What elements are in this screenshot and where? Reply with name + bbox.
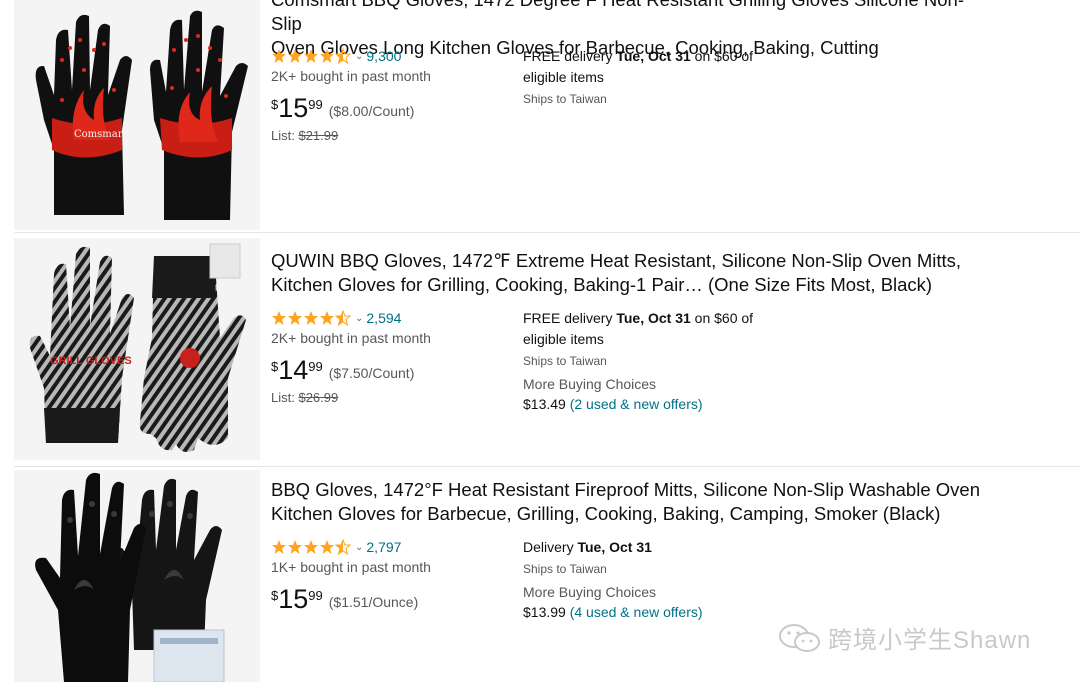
offer-price: $13.99: [523, 604, 566, 620]
delivery-info-3: Delivery Tue, Oct 31: [523, 537, 773, 558]
offer-3[interactable]: $13.99 (4 used & new offers): [523, 604, 703, 620]
list-label: List:: [271, 390, 299, 405]
price-symbol: $: [271, 588, 279, 603]
delivery-info-1: FREE delivery Tue, Oct 31 on $60 of elig…: [523, 46, 773, 88]
bought-count-3: 1K+ bought in past month: [271, 559, 431, 575]
product-image-3[interactable]: [14, 470, 260, 682]
price-symbol: $: [271, 359, 279, 374]
offers-link[interactable]: (2 used & new offers): [570, 396, 703, 412]
bought-count-2: 2K+ bought in past month: [271, 330, 431, 346]
price-whole: 15: [278, 584, 309, 614]
delivery-prefix: FREE delivery: [523, 310, 617, 326]
price-symbol: $: [271, 97, 279, 112]
price-per-unit: ($7.50/Count): [328, 365, 415, 381]
red-black-bbq-gloves-image: Comsmart: [14, 0, 260, 230]
more-buying-choices-3: More Buying Choices: [523, 584, 657, 600]
list-label: List:: [271, 128, 299, 143]
price-3[interactable]: $ 15 99 ($1.51/Ounce): [271, 585, 418, 613]
price-2[interactable]: $ 14 99 ($7.50/Count): [271, 356, 414, 384]
product-title-2-line2[interactable]: Kitchen Gloves for Grilling, Cooking, Ba…: [271, 273, 991, 297]
rating-1[interactable]: ⌄ 9,300: [271, 46, 401, 66]
watermark: 跨境小学生Shawn: [778, 620, 1031, 655]
price-fraction: 99: [308, 97, 323, 112]
price-per-unit: ($1.51/Ounce): [328, 594, 419, 610]
product-title-1-line1[interactable]: Comsmart BBQ Gloves, 1472 Degree F Heat …: [271, 0, 991, 36]
product-title-3-line2[interactable]: Kitchen Gloves for Barbecue, Grilling, C…: [271, 502, 991, 526]
ships-to-3: Ships to Taiwan: [523, 562, 607, 576]
row-divider: [14, 232, 1080, 233]
delivery-prefix: FREE delivery: [523, 48, 617, 64]
delivery-prefix: Delivery: [523, 539, 578, 555]
product-image-2[interactable]: GRILL GLOVES: [14, 238, 260, 460]
offer-price: $13.49: [523, 396, 566, 412]
price-whole: 15: [278, 93, 309, 123]
price-whole: 14: [278, 355, 309, 385]
list-price-value: $21.99: [298, 128, 339, 143]
gray-striped-bbq-gloves-image: GRILL GLOVES: [14, 238, 260, 460]
product-title-3[interactable]: BBQ Gloves, 1472°F Heat Resistant Firepr…: [271, 478, 991, 526]
list-price-value: $26.99: [298, 390, 339, 405]
bought-count-1: 2K+ bought in past month: [271, 68, 431, 84]
offers-link[interactable]: (4 used & new offers): [570, 604, 703, 620]
rating-2[interactable]: ⌄ 2,594: [271, 308, 401, 328]
ships-to-1: Ships to Taiwan: [523, 92, 607, 106]
offer-2[interactable]: $13.49 (2 used & new offers): [523, 396, 703, 412]
delivery-info-2: FREE delivery Tue, Oct 31 on $60 of elig…: [523, 308, 773, 350]
price-1[interactable]: $ 15 99 ($8.00/Count): [271, 94, 414, 122]
product-image-1[interactable]: Comsmart: [14, 0, 260, 230]
chevron-down-icon[interactable]: ⌄: [355, 313, 363, 324]
rating-3[interactable]: ⌄ 2,797: [271, 537, 401, 557]
chevron-down-icon[interactable]: ⌄: [355, 51, 363, 62]
delivery-date: Tue, Oct 31: [577, 539, 652, 555]
black-bbq-gloves-image: [14, 470, 260, 682]
price-fraction: 99: [308, 588, 323, 603]
product-title-2[interactable]: QUWIN BBQ Gloves, 1472℉ Extreme Heat Res…: [271, 249, 991, 297]
image-brand-text: GRILL GLOVES: [50, 355, 132, 367]
product-title-3-line1[interactable]: BBQ Gloves, 1472°F Heat Resistant Firepr…: [271, 478, 991, 502]
list-price-2: List: $26.99: [271, 390, 338, 405]
row-divider: [14, 466, 1080, 467]
rating-count-2[interactable]: 2,594: [366, 310, 401, 326]
star-rating-icon[interactable]: [271, 48, 351, 64]
rating-count-3[interactable]: 2,797: [366, 539, 401, 555]
chevron-down-icon[interactable]: ⌄: [355, 542, 363, 553]
watermark-text: 跨境小学生Shawn: [828, 627, 1032, 654]
star-rating-icon[interactable]: [271, 539, 351, 555]
rating-count-1[interactable]: 9,300: [366, 48, 401, 64]
list-price-1: List: $21.99: [271, 128, 338, 143]
image-brand-text: Comsmart: [74, 129, 127, 140]
delivery-date: Tue, Oct 31: [616, 48, 691, 64]
price-fraction: 99: [308, 359, 323, 374]
more-buying-choices-2: More Buying Choices: [523, 376, 657, 392]
product-title-2-line1[interactable]: QUWIN BBQ Gloves, 1472℉ Extreme Heat Res…: [271, 249, 991, 273]
price-per-unit: ($8.00/Count): [328, 103, 415, 119]
wechat-icon: [779, 623, 820, 652]
delivery-date: Tue, Oct 31: [616, 310, 691, 326]
star-rating-icon[interactable]: [271, 310, 351, 326]
ships-to-2: Ships to Taiwan: [523, 354, 607, 368]
